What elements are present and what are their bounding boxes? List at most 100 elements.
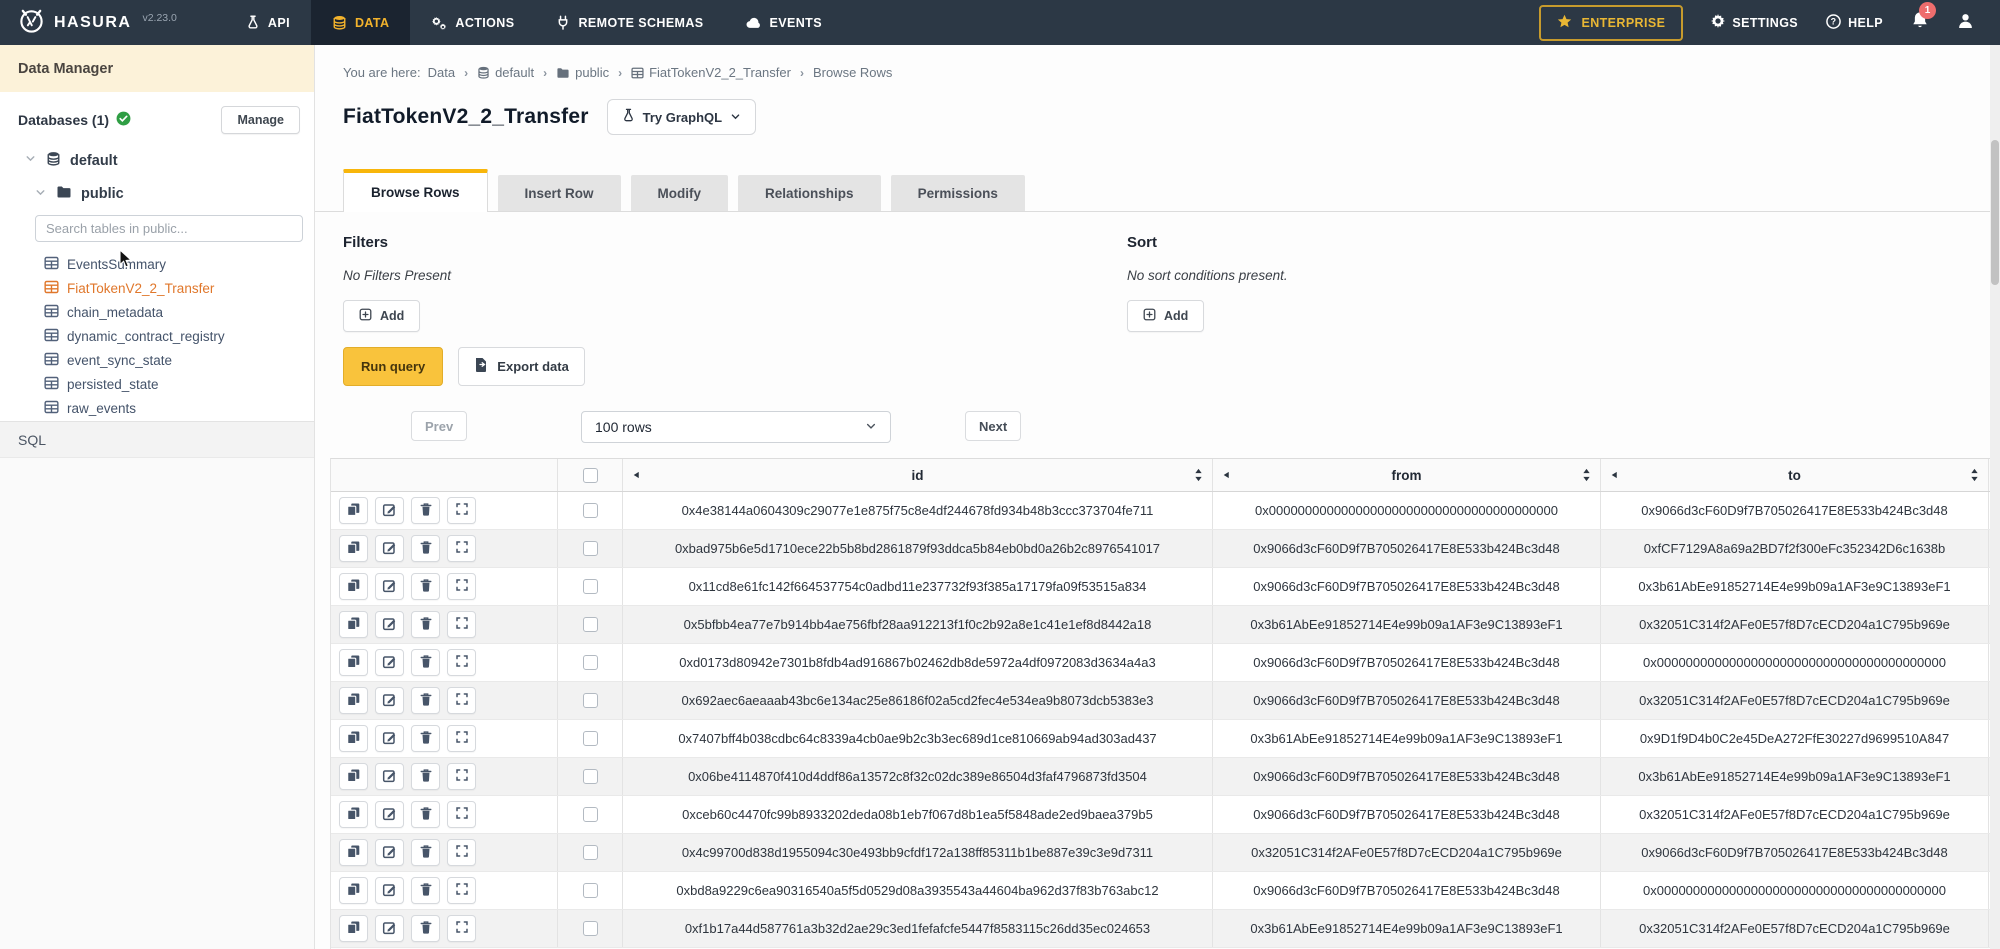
nav-item-events[interactable]: EVENTS: [725, 0, 843, 45]
enterprise-button[interactable]: ENTERPRISE: [1539, 5, 1683, 41]
settings-button[interactable]: SETTINGS: [1711, 14, 1798, 31]
prev-page-button[interactable]: Prev: [411, 411, 467, 441]
copy-row-button[interactable]: [339, 687, 368, 714]
manage-button[interactable]: Manage: [221, 106, 300, 134]
edit-row-button[interactable]: [375, 725, 404, 752]
copy-row-button[interactable]: [339, 839, 368, 866]
copy-row-button[interactable]: [339, 649, 368, 676]
expand-row-button[interactable]: [447, 573, 476, 600]
run-query-button[interactable]: Run query: [343, 347, 443, 386]
expand-row-button[interactable]: [447, 535, 476, 562]
row-checkbox[interactable]: [583, 541, 598, 556]
copy-row-button[interactable]: [339, 573, 368, 600]
expand-row-button[interactable]: [447, 839, 476, 866]
edit-row-button[interactable]: [375, 839, 404, 866]
chevron-down-icon[interactable]: [24, 152, 37, 169]
copy-row-button[interactable]: [339, 725, 368, 752]
delete-row-button[interactable]: [411, 687, 440, 714]
column-header-id[interactable]: id: [623, 459, 1213, 491]
expand-row-button[interactable]: [447, 877, 476, 904]
expand-row-button[interactable]: [447, 687, 476, 714]
tab-modify[interactable]: Modify: [631, 175, 729, 211]
sidebar-table-event-sync-state[interactable]: event_sync_state: [0, 348, 314, 372]
row-checkbox[interactable]: [583, 921, 598, 936]
row-checkbox[interactable]: [583, 731, 598, 746]
sidebar-database-default[interactable]: default: [0, 151, 314, 170]
sort-column-icon[interactable]: [1969, 468, 1980, 482]
select-all-checkbox[interactable]: [583, 468, 598, 483]
copy-row-button[interactable]: [339, 497, 368, 524]
expand-row-button[interactable]: [447, 801, 476, 828]
nav-item-actions[interactable]: ACTIONS: [410, 0, 535, 45]
hasura-logo[interactable]: HASURA v2.23.0: [0, 0, 191, 45]
nav-item-remote-schemas[interactable]: REMOTE SCHEMAS: [535, 0, 724, 45]
row-checkbox[interactable]: [583, 617, 598, 632]
delete-row-button[interactable]: [411, 915, 440, 942]
row-checkbox[interactable]: [583, 655, 598, 670]
sidebar-sql-section[interactable]: SQL: [0, 421, 314, 458]
breadcrumb-item-data[interactable]: Data: [428, 65, 455, 80]
row-checkbox[interactable]: [583, 693, 598, 708]
page-size-select[interactable]: 100 rows: [581, 411, 891, 443]
edit-row-button[interactable]: [375, 763, 404, 790]
row-checkbox[interactable]: [583, 579, 598, 594]
copy-row-button[interactable]: [339, 915, 368, 942]
tab-permissions[interactable]: Permissions: [891, 175, 1025, 211]
nav-item-api[interactable]: API: [225, 0, 311, 45]
copy-row-button[interactable]: [339, 801, 368, 828]
breadcrumb-item-fiattokenv2-2-transfer[interactable]: FiatTokenV2_2_Transfer: [631, 65, 791, 80]
sidebar-table-eventssummary[interactable]: EventsSummary: [0, 252, 314, 276]
nav-item-data[interactable]: DATA: [311, 0, 410, 45]
delete-row-button[interactable]: [411, 535, 440, 562]
copy-row-button[interactable]: [339, 877, 368, 904]
breadcrumb-item-browse-rows[interactable]: Browse Rows: [813, 65, 892, 80]
edit-row-button[interactable]: [375, 915, 404, 942]
collapse-column-icon[interactable]: [632, 471, 641, 480]
copy-row-button[interactable]: [339, 535, 368, 562]
sort-column-icon[interactable]: [1193, 468, 1204, 482]
copy-row-button[interactable]: [339, 763, 368, 790]
row-checkbox[interactable]: [583, 807, 598, 822]
delete-row-button[interactable]: [411, 611, 440, 638]
scrollbar-thumb[interactable]: [1991, 140, 1999, 285]
row-checkbox[interactable]: [583, 503, 598, 518]
delete-row-button[interactable]: [411, 649, 440, 676]
tab-browse-rows[interactable]: Browse Rows: [343, 169, 488, 212]
expand-row-button[interactable]: [447, 725, 476, 752]
edit-row-button[interactable]: [375, 611, 404, 638]
edit-row-button[interactable]: [375, 687, 404, 714]
delete-row-button[interactable]: [411, 839, 440, 866]
delete-row-button[interactable]: [411, 763, 440, 790]
expand-row-button[interactable]: [447, 763, 476, 790]
export-data-button[interactable]: Export data: [458, 347, 585, 386]
sidebar-table-chain-metadata[interactable]: chain_metadata: [0, 300, 314, 324]
chevron-down-icon[interactable]: [34, 186, 47, 203]
expand-row-button[interactable]: [447, 649, 476, 676]
sidebar-table-fiattokenv2-2-transfer[interactable]: FiatTokenV2_2_Transfer: [0, 276, 314, 300]
add-sort-button[interactable]: Add: [1127, 300, 1204, 332]
delete-row-button[interactable]: [411, 801, 440, 828]
next-page-button[interactable]: Next: [965, 411, 1021, 441]
sidebar-table-dynamic-contract-registry[interactable]: dynamic_contract_registry: [0, 324, 314, 348]
row-checkbox[interactable]: [583, 769, 598, 784]
tab-relationships[interactable]: Relationships: [738, 175, 881, 211]
row-checkbox[interactable]: [583, 883, 598, 898]
sidebar-table-persisted-state[interactable]: persisted_state: [0, 372, 314, 396]
help-button[interactable]: ? HELP: [1826, 14, 1883, 32]
tab-insert-row[interactable]: Insert Row: [498, 175, 621, 211]
breadcrumb-item-default[interactable]: default: [477, 65, 534, 80]
sidebar-table-raw-events[interactable]: raw_events: [0, 396, 314, 420]
delete-row-button[interactable]: [411, 877, 440, 904]
breadcrumb-item-public[interactable]: public: [556, 65, 609, 80]
add-filter-button[interactable]: Add: [343, 300, 420, 332]
edit-row-button[interactable]: [375, 801, 404, 828]
row-checkbox[interactable]: [583, 845, 598, 860]
column-header-to[interactable]: to: [1601, 459, 1989, 491]
search-tables-input[interactable]: [35, 215, 303, 242]
sidebar-schema-public[interactable]: public: [0, 185, 314, 203]
delete-row-button[interactable]: [411, 725, 440, 752]
try-graphql-button[interactable]: Try GraphQL: [607, 99, 756, 135]
expand-row-button[interactable]: [447, 915, 476, 942]
expand-row-button[interactable]: [447, 611, 476, 638]
collapse-column-icon[interactable]: [1222, 471, 1231, 480]
